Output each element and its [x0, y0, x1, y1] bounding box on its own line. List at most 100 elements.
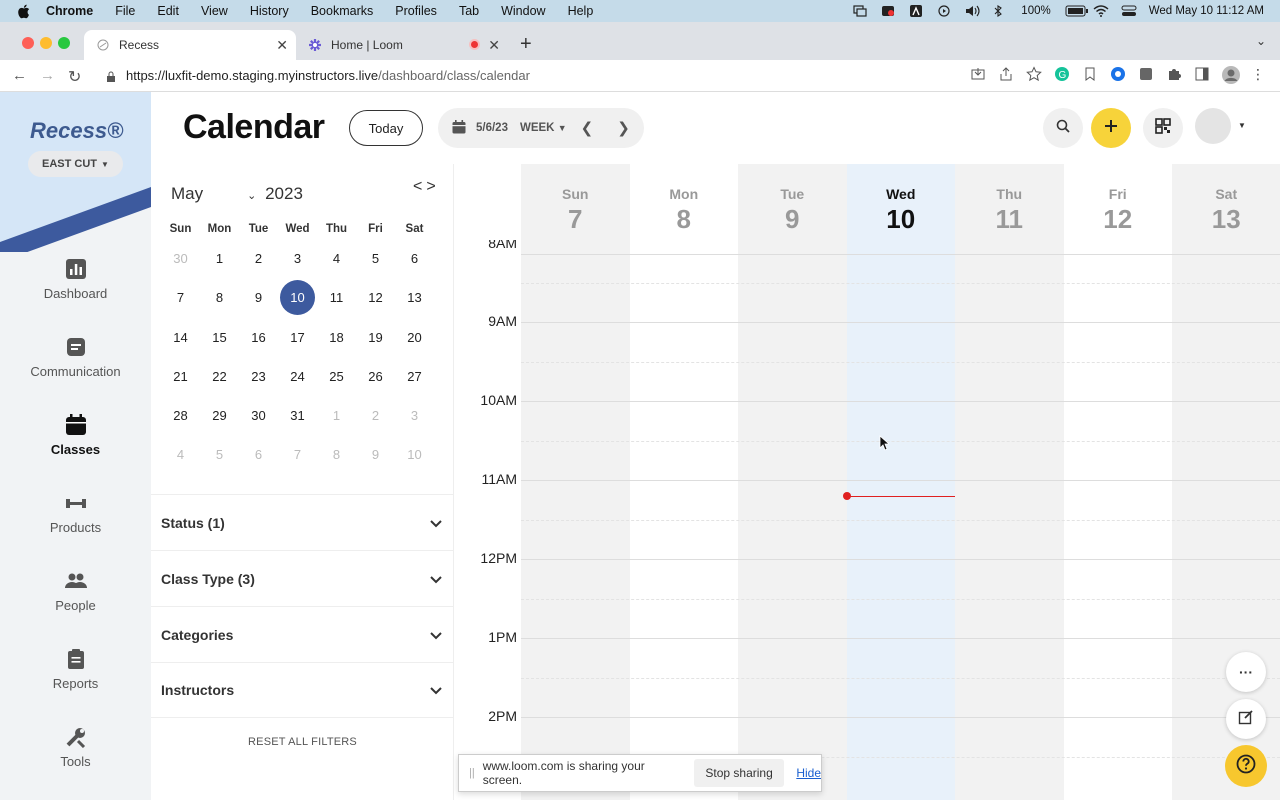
reset-all-filters-link[interactable]: RESET ALL FILTERS	[151, 736, 454, 748]
mini-calendar-day[interactable]: 10	[278, 278, 317, 317]
mini-calendar-day[interactable]: 9	[239, 278, 278, 317]
install-icon[interactable]	[970, 66, 986, 82]
menu-file[interactable]: File	[115, 4, 135, 18]
next-month-icon[interactable]: >	[426, 178, 439, 195]
profile-avatar-icon[interactable]	[1222, 66, 1240, 84]
volume-icon[interactable]	[965, 5, 980, 17]
bookmark-icon[interactable]	[1082, 66, 1098, 82]
mini-calendar-day[interactable]: 20	[395, 318, 434, 357]
menu-app-name[interactable]: Chrome	[46, 4, 93, 18]
share-icon[interactable]	[998, 66, 1014, 82]
chrome-menu-icon[interactable]: ⋮	[1250, 66, 1266, 82]
tab-loom[interactable]: Home | Loom ✕	[296, 30, 508, 60]
sidebar-item-reports[interactable]: Reports	[0, 648, 151, 691]
close-window-button[interactable]	[22, 37, 34, 49]
filter-status[interactable]: Status (1)	[151, 494, 454, 550]
tab-search-chevron-icon[interactable]: ⌄	[1256, 34, 1266, 48]
stop-sharing-button[interactable]: Stop sharing	[693, 759, 785, 787]
filter-categories[interactable]: Categories	[151, 606, 454, 662]
calendar-small-icon[interactable]	[452, 119, 466, 137]
hide-link[interactable]: Hide	[796, 766, 821, 780]
play-icon[interactable]	[937, 5, 951, 17]
day-header[interactable]: Mon 8	[630, 164, 739, 254]
year-label[interactable]: 2023	[265, 184, 303, 203]
mini-calendar-day[interactable]: 23	[239, 357, 278, 396]
view-selector[interactable]: WEEK ▼	[520, 122, 567, 134]
add-button[interactable]	[1091, 108, 1131, 148]
prev-week-icon[interactable]: ❮	[581, 119, 594, 137]
day-column[interactable]	[629, 164, 738, 800]
mini-calendar-day[interactable]: 6	[239, 435, 278, 474]
extension-gray-icon[interactable]	[1138, 66, 1154, 82]
sidebar-item-products[interactable]: Products	[0, 492, 151, 535]
bluetooth-icon[interactable]	[993, 4, 1007, 18]
extensions-puzzle-icon[interactable]	[1166, 66, 1182, 82]
recess-logo[interactable]: Recess®	[30, 118, 123, 144]
menu-history[interactable]: History	[250, 4, 289, 18]
mini-calendar-day[interactable]: 30	[161, 239, 200, 278]
drag-handle-icon[interactable]: ||	[469, 767, 475, 779]
url-field[interactable]: https://luxfit-demo.staging.myinstructor…	[126, 68, 530, 83]
filter-class-type[interactable]: Class Type (3)	[151, 550, 454, 606]
day-column[interactable]	[521, 164, 630, 800]
menu-view[interactable]: View	[201, 4, 228, 18]
sidebar-item-classes[interactable]: Classes	[0, 414, 151, 457]
mini-calendar-day[interactable]: 27	[395, 357, 434, 396]
mini-calendar-day[interactable]: 21	[161, 357, 200, 396]
day-column[interactable]	[738, 164, 847, 800]
search-button[interactable]	[1043, 108, 1083, 148]
day-header[interactable]: Tue 9	[738, 164, 847, 254]
mini-calendar-day[interactable]: 7	[161, 278, 200, 317]
day-header[interactable]: Sat 13	[1172, 164, 1280, 254]
sidebar-item-dashboard[interactable]: Dashboard	[0, 258, 151, 301]
mini-calendar-day[interactable]: 17	[278, 318, 317, 357]
a-app-icon[interactable]	[909, 5, 923, 17]
mini-calendar-day[interactable]: 30	[239, 396, 278, 435]
mini-calendar-day[interactable]: 6	[395, 239, 434, 278]
mini-calendar-day[interactable]: 16	[239, 318, 278, 357]
mini-calendar-day[interactable]: 18	[317, 318, 356, 357]
screens-icon[interactable]	[853, 5, 867, 17]
mini-calendar-day[interactable]: 5	[356, 239, 395, 278]
mini-calendar-day[interactable]: 8	[317, 435, 356, 474]
filter-instructors[interactable]: Instructors	[151, 662, 454, 718]
sidebar-item-people[interactable]: People	[0, 570, 151, 613]
tab-recess[interactable]: Recess ✕	[84, 30, 296, 60]
month-selector[interactable]: May ⌄	[171, 184, 260, 203]
menu-window[interactable]: Window	[501, 4, 545, 18]
menu-edit[interactable]: Edit	[157, 4, 179, 18]
day-header[interactable]: Wed 10	[847, 164, 956, 254]
mini-calendar-day[interactable]: 15	[200, 318, 239, 357]
user-menu[interactable]: ▼	[1195, 108, 1255, 148]
battery-icon[interactable]	[1065, 5, 1088, 17]
day-column[interactable]	[1172, 164, 1280, 800]
qr-code-button[interactable]	[1143, 108, 1183, 148]
menu-bookmarks[interactable]: Bookmarks	[311, 4, 374, 18]
mini-calendar-day[interactable]: 5	[200, 435, 239, 474]
mini-calendar-day[interactable]: 29	[200, 396, 239, 435]
mini-calendar-day[interactable]: 26	[356, 357, 395, 396]
minimize-window-button[interactable]	[40, 37, 52, 49]
day-column-today[interactable]	[846, 164, 955, 800]
record-icon[interactable]	[881, 5, 895, 17]
mini-calendar-day[interactable]: 12	[356, 278, 395, 317]
close-tab-icon[interactable]: ✕	[488, 37, 500, 54]
date-label[interactable]: 5/6/23	[476, 122, 508, 134]
mini-calendar-day[interactable]: 3	[278, 239, 317, 278]
mini-calendar-day[interactable]: 9	[356, 435, 395, 474]
mini-calendar-day[interactable]: 25	[317, 357, 356, 396]
mini-calendar-day[interactable]: 4	[317, 239, 356, 278]
help-button[interactable]	[1225, 745, 1267, 787]
edit-button[interactable]	[1226, 699, 1266, 739]
new-tab-button[interactable]: +	[520, 33, 532, 56]
day-column[interactable]	[955, 164, 1064, 800]
day-header[interactable]: Thu 11	[955, 164, 1064, 254]
menu-tab[interactable]: Tab	[459, 4, 479, 18]
more-options-button[interactable]: ···	[1226, 652, 1266, 692]
menubar-clock[interactable]: Wed May 10 11:12 AM	[1149, 5, 1264, 17]
control-center-icon[interactable]	[1121, 5, 1137, 17]
apple-icon[interactable]	[14, 2, 32, 20]
mini-calendar-day[interactable]: 4	[161, 435, 200, 474]
mini-calendar-day[interactable]: 22	[200, 357, 239, 396]
mini-calendar-day[interactable]: 1	[200, 239, 239, 278]
